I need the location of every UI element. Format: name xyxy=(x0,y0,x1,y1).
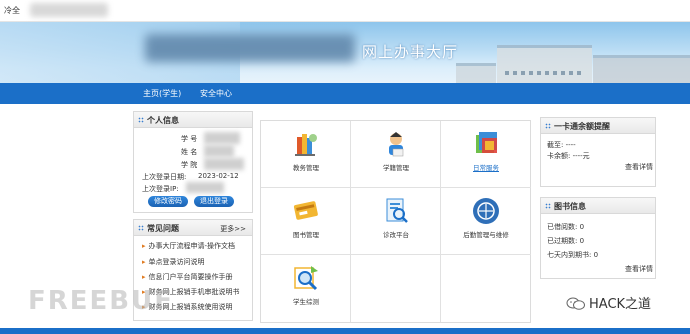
brand-signature: HACK之道 xyxy=(566,293,651,312)
search-doc-icon xyxy=(386,198,408,223)
app-tile-logistics[interactable]: 后勤管理与维修 xyxy=(441,188,531,255)
card-balance-panel: 一卡通余额提醒 截至: ---- 卡余额: ----元 查看详情 xyxy=(540,117,656,187)
borrowed-count: 已借阅数: 0 xyxy=(547,223,585,231)
app-label: 学生综测 xyxy=(293,298,319,306)
personal-info-panel: 个人信息 学 号 姓 名 学 院 上次登录日期: 2023-02-12 上次登录… xyxy=(133,111,253,213)
card-as-of: 截至: ---- xyxy=(547,141,576,149)
change-password-button[interactable]: 修改密码 xyxy=(148,196,188,207)
student-id-label: 学 号 xyxy=(181,135,198,143)
app-label: 教务管理 xyxy=(293,164,319,172)
last-login-date: 2023-02-12 xyxy=(198,172,239,180)
app-tile-diagnosis-platform[interactable]: 诊改平台 xyxy=(351,188,441,255)
brand-name: HACK之道 xyxy=(589,297,652,312)
app-label: 后勤管理与维修 xyxy=(463,231,509,239)
books-icon xyxy=(295,134,317,156)
student-icon xyxy=(389,132,404,157)
grip-icon xyxy=(545,123,551,129)
card-icon xyxy=(293,201,318,220)
redacted-value xyxy=(204,132,240,144)
browser-tab-bar: 冷全 xyxy=(0,0,690,22)
last-login-ip-label: 上次登录IP: xyxy=(142,185,179,193)
app-tile-student-assessment[interactable]: 学生综测 xyxy=(261,255,351,322)
redacted-value xyxy=(204,158,244,170)
freebuf-watermark: FREEBUF xyxy=(28,286,174,316)
redacted-value xyxy=(204,145,234,157)
banner-title: 网上办事大厅 xyxy=(362,43,459,61)
app-label: 学籍管理 xyxy=(383,164,409,172)
card-detail-link[interactable]: 查看详情 xyxy=(625,162,653,172)
app-label: 图书管理 xyxy=(293,231,319,239)
wechat-icon xyxy=(566,297,585,310)
nav-item-home[interactable]: 主页(学生) xyxy=(143,88,181,99)
grip-icon xyxy=(138,225,144,231)
app-tile-daily-service[interactable]: 日常服务 xyxy=(441,121,531,188)
app-tile-empty xyxy=(441,255,531,322)
building-illustration xyxy=(497,45,592,83)
building-illustration xyxy=(593,55,690,83)
panel-title: 常见问题 xyxy=(147,224,179,233)
app-tile-empty xyxy=(351,255,441,322)
card-balance: 卡余额: ----元 xyxy=(547,152,590,160)
school-logo-redacted xyxy=(145,34,355,62)
more-link[interactable]: 更多>> xyxy=(220,224,246,234)
app-tile-academic[interactable]: 教务管理 xyxy=(261,121,351,188)
faq-item[interactable]: 信息门户平台简要操作手册 xyxy=(142,272,233,282)
redacted-region xyxy=(30,3,108,17)
site-banner: 网上办事大厅 xyxy=(0,22,690,83)
faq-item[interactable]: 办事大厅流程申请-操作文档 xyxy=(142,241,236,251)
app-grid: 教务管理 学籍管理 日常服务 图书管理 诊改平台 后勤管理与维修 学生综测 xyxy=(260,120,531,323)
library-info-panel: 图书信息 已借阅数: 0 已过期数: 0 七天内到期书: 0 查看详情 xyxy=(540,197,656,279)
grip-icon xyxy=(138,117,144,123)
redacted-value xyxy=(186,182,224,193)
footer-bar xyxy=(0,328,690,334)
panel-title: 一卡通余额提醒 xyxy=(554,122,610,131)
faq-item[interactable]: 单点登录访问说明 xyxy=(142,257,205,267)
college-label: 学 院 xyxy=(181,161,198,169)
nav-item-security[interactable]: 安全中心 xyxy=(200,88,232,99)
grip-icon xyxy=(545,203,551,209)
panel-title: 个人信息 xyxy=(147,116,179,125)
logout-button[interactable]: 退出登录 xyxy=(194,196,234,207)
app-tile-library[interactable]: 图书管理 xyxy=(261,188,351,255)
panel-title: 图书信息 xyxy=(554,202,586,211)
due-soon-count: 七天内到期书: 0 xyxy=(547,251,599,259)
main-nav: 主页(学生) 安全中心 xyxy=(0,83,690,104)
last-login-date-label: 上次登录日期: xyxy=(142,173,187,181)
app-label: 诊改平台 xyxy=(383,231,409,239)
basketball-icon xyxy=(473,198,499,224)
overdue-count: 已过期数: 0 xyxy=(547,237,585,245)
app-label: 日常服务 xyxy=(473,164,499,172)
magnifier-icon xyxy=(294,266,318,291)
browser-tab-label[interactable]: 冷全 xyxy=(4,5,20,16)
app-tile-student-status[interactable]: 学籍管理 xyxy=(351,121,441,188)
windows-icon xyxy=(476,132,497,153)
library-detail-link[interactable]: 查看详情 xyxy=(625,264,653,274)
name-label: 姓 名 xyxy=(181,148,198,156)
building-illustration xyxy=(456,63,496,83)
